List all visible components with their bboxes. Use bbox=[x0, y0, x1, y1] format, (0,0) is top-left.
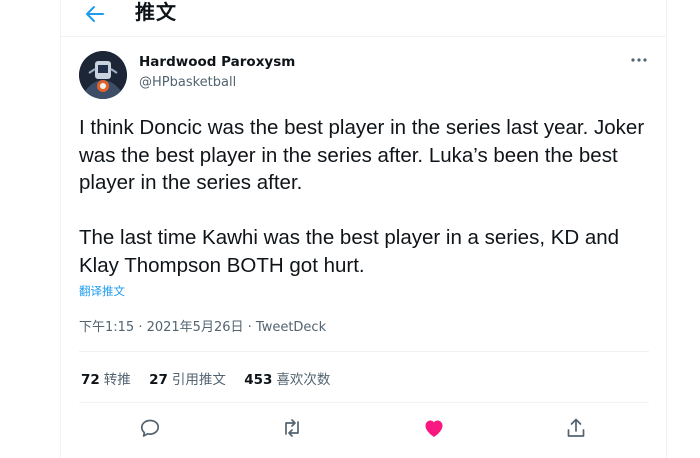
like-icon[interactable] bbox=[422, 416, 446, 440]
page-header: 推文 bbox=[61, 0, 666, 37]
tweet-text: I think Doncic was the best player in th… bbox=[79, 114, 659, 279]
divider bbox=[79, 402, 649, 403]
reply-icon[interactable] bbox=[138, 416, 162, 440]
quotes-count: 27 bbox=[149, 372, 168, 388]
likes-count: 453 bbox=[244, 372, 273, 388]
share-icon[interactable] bbox=[564, 416, 588, 440]
page-title: 推文 bbox=[135, 0, 177, 24]
author-name[interactable]: Hardwood Paroxysm bbox=[139, 54, 295, 70]
timestamp[interactable]: 下午1:15 · 2021年5月26日 bbox=[79, 320, 244, 335]
tweet-paragraph-1: I think Doncic was the best player in th… bbox=[79, 116, 645, 194]
tweet-paragraph-2: The last time Kawhi was the best player … bbox=[79, 226, 620, 277]
avatar[interactable] bbox=[79, 51, 127, 99]
tweet-column: 推文 Hardwood Paroxysm @HPbasketball I thi… bbox=[60, 0, 667, 458]
source-link[interactable]: TweetDeck bbox=[256, 320, 326, 335]
likes-stat[interactable]: 453 喜欢次数 bbox=[244, 372, 330, 388]
retweet-icon[interactable] bbox=[280, 416, 304, 440]
tweet-stats: 72 转推 27 引用推文 453 喜欢次数 bbox=[81, 368, 344, 388]
retweets-stat[interactable]: 72 转推 bbox=[81, 372, 131, 388]
translate-tweet-link[interactable]: 翻译推文 bbox=[79, 283, 125, 299]
quotes-stat[interactable]: 27 引用推文 bbox=[149, 372, 226, 388]
back-arrow-icon[interactable] bbox=[83, 2, 107, 26]
meta-separator: · bbox=[243, 320, 256, 335]
author-handle[interactable]: @HPbasketball bbox=[139, 75, 236, 90]
divider bbox=[79, 351, 649, 352]
tweet-meta: 下午1:15 · 2021年5月26日 · TweetDeck bbox=[79, 316, 326, 335]
more-icon[interactable] bbox=[627, 50, 651, 70]
likes-label: 喜欢次数 bbox=[276, 372, 331, 388]
quotes-label: 引用推文 bbox=[171, 372, 226, 388]
retweets-count: 72 bbox=[81, 372, 100, 388]
retweets-label: 转推 bbox=[103, 372, 131, 388]
